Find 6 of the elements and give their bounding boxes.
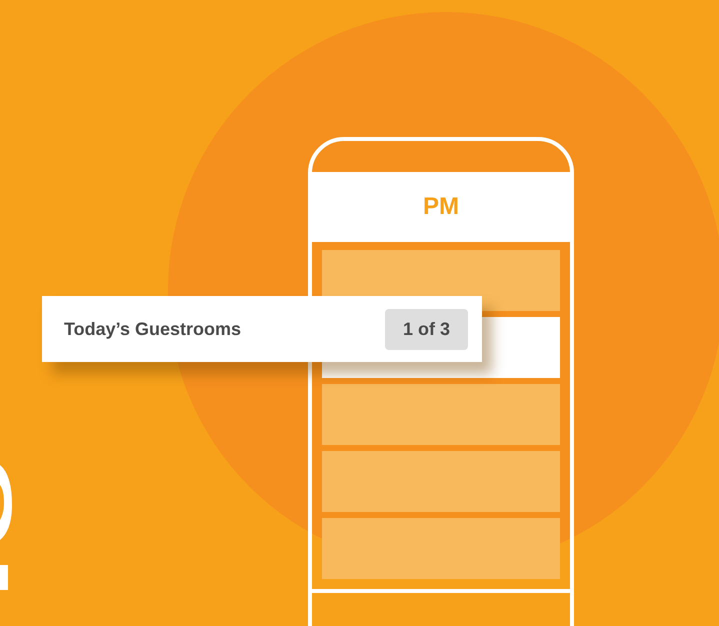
count-badge: 1 of 3: [384, 308, 468, 350]
header-title: PM: [423, 193, 459, 221]
list-row[interactable]: [322, 384, 560, 445]
card-title: Today’s Guestrooms: [64, 318, 242, 340]
list-row[interactable]: [322, 518, 560, 579]
list-row[interactable]: [322, 451, 560, 512]
